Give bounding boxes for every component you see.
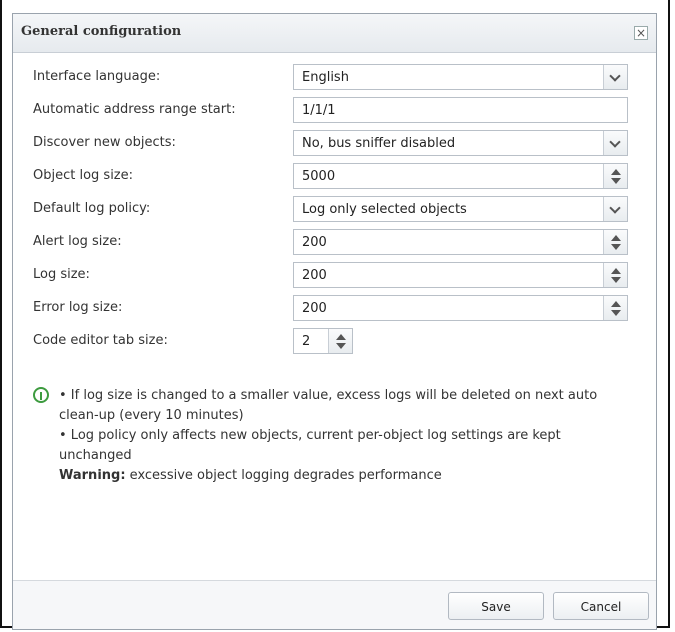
arrow-down-icon[interactable] [611, 178, 621, 184]
note-line-1: • If log size is changed to a smaller va… [59, 388, 598, 423]
help-notes: • If log size is changed to a smaller va… [33, 386, 633, 486]
spinner-buttons[interactable] [603, 296, 627, 320]
interface-language-value: English [302, 70, 349, 85]
info-icon [33, 387, 49, 403]
warning-line: Warning: excessive object logging degrad… [59, 466, 633, 486]
arrow-up-icon[interactable] [611, 169, 621, 175]
discover-objects-value: No, bus sniffer disabled [302, 136, 456, 151]
default-log-policy-select[interactable]: Log only selected objects [293, 196, 628, 222]
arrow-up-icon[interactable] [611, 268, 621, 274]
spinner-buttons[interactable] [603, 263, 627, 287]
spinner-buttons[interactable] [603, 230, 627, 254]
dialog-title: General configuration [21, 24, 182, 39]
object-log-size-label: Object log size: [33, 168, 134, 183]
address-range-input[interactable]: 1/1/1 [293, 97, 628, 123]
close-icon[interactable]: × [634, 26, 648, 40]
save-button[interactable]: Save [448, 592, 544, 620]
general-configuration-dialog: General configuration × Interface langua… [12, 13, 657, 630]
address-range-value: 1/1/1 [302, 103, 336, 118]
object-log-size-spinner[interactable]: 5000 [293, 163, 628, 189]
code-editor-tab-size-label: Code editor tab size: [33, 333, 168, 348]
error-log-size-label: Error log size: [33, 300, 123, 315]
row-default-log-policy: Default log policy: Log only selected ob… [33, 196, 628, 222]
arrow-down-icon[interactable] [611, 244, 621, 250]
row-object-log-size: Object log size: 5000 [33, 163, 628, 189]
arrow-up-icon[interactable] [611, 301, 621, 307]
dialog-body: Interface language: English Automatic ad… [13, 53, 656, 581]
alert-log-size-spinner[interactable]: 200 [293, 229, 628, 255]
arrow-down-icon[interactable] [336, 343, 346, 349]
row-error-log-size: Error log size: 200 [33, 295, 628, 321]
default-log-policy-value: Log only selected objects [302, 202, 467, 217]
code-editor-tab-size-spinner[interactable]: 2 [293, 328, 353, 354]
row-alert-log-size: Alert log size: 200 [33, 229, 628, 255]
chevron-down-icon [609, 136, 621, 148]
dropdown-button[interactable] [603, 197, 627, 221]
chevron-down-icon [609, 70, 621, 82]
log-size-spinner[interactable]: 200 [293, 262, 628, 288]
row-code-editor-tab-size: Code editor tab size: 2 [33, 328, 623, 354]
interface-language-select[interactable]: English [293, 64, 628, 90]
address-range-label: Automatic address range start: [33, 102, 236, 117]
dialog-titlebar: General configuration × [13, 14, 656, 53]
arrow-up-icon[interactable] [611, 235, 621, 241]
default-log-policy-label: Default log policy: [33, 201, 151, 216]
log-size-label: Log size: [33, 267, 90, 282]
row-address-range: Automatic address range start: 1/1/1 [33, 97, 628, 123]
error-log-size-spinner[interactable]: 200 [293, 295, 628, 321]
error-log-size-value: 200 [302, 301, 327, 316]
warning-label: Warning: [59, 468, 126, 483]
discover-objects-label: Discover new objects: [33, 135, 176, 150]
note-line-2: • Log policy only affects new objects, c… [59, 428, 561, 463]
interface-language-label: Interface language: [33, 69, 161, 84]
spinner-buttons[interactable] [603, 164, 627, 188]
dialog-footer: Save Cancel [13, 580, 656, 629]
row-discover-objects: Discover new objects: No, bus sniffer di… [33, 130, 628, 156]
alert-log-size-label: Alert log size: [33, 234, 122, 249]
spinner-buttons[interactable] [328, 329, 352, 353]
warning-text: excessive object logging degrades perfor… [129, 468, 442, 483]
dropdown-button[interactable] [603, 65, 627, 89]
arrow-up-icon[interactable] [336, 334, 346, 340]
cancel-button[interactable]: Cancel [553, 592, 649, 620]
object-log-size-value: 5000 [302, 169, 336, 184]
chevron-down-icon [609, 202, 621, 214]
dropdown-button[interactable] [603, 131, 627, 155]
row-log-size: Log size: 200 [33, 262, 628, 288]
alert-log-size-value: 200 [302, 235, 327, 250]
row-interface-language: Interface language: English [33, 64, 628, 90]
log-size-value: 200 [302, 268, 327, 283]
discover-objects-select[interactable]: No, bus sniffer disabled [293, 130, 628, 156]
code-editor-tab-size-value: 2 [302, 334, 311, 349]
arrow-down-icon[interactable] [611, 310, 621, 316]
arrow-down-icon[interactable] [611, 277, 621, 283]
